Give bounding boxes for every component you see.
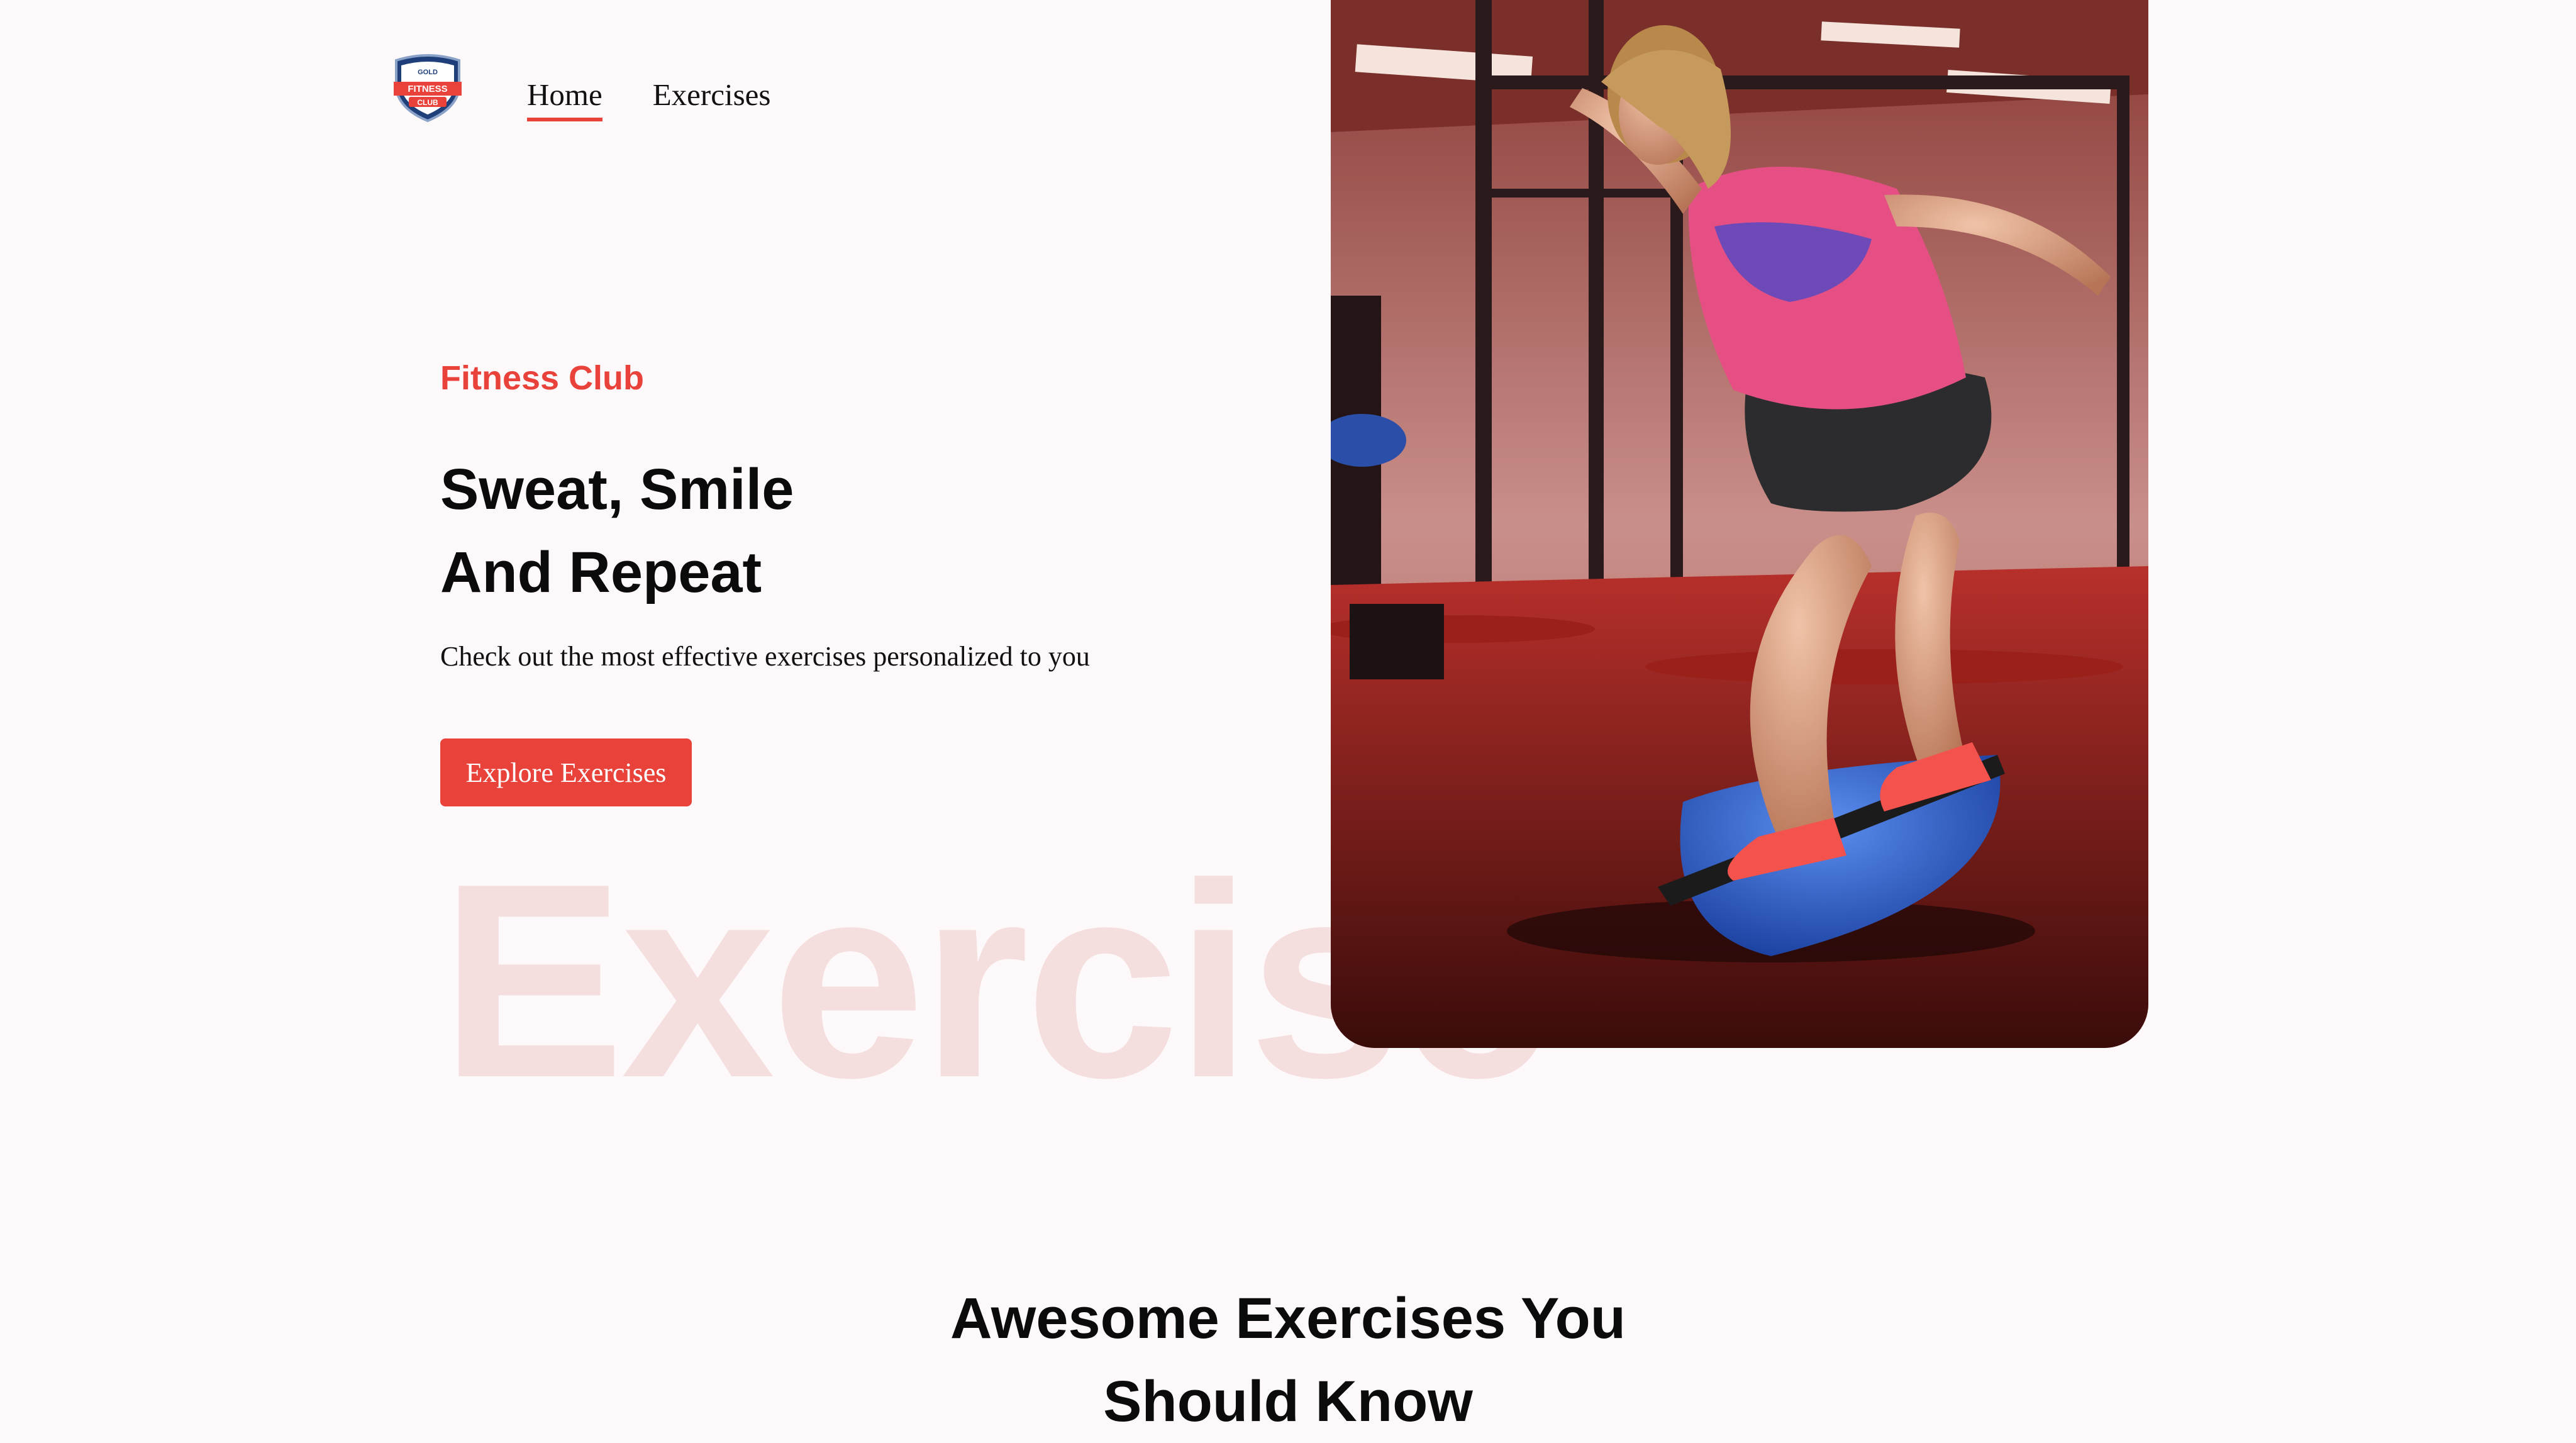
hero-headline-line1: Sweat, Smile (440, 457, 794, 521)
logo-top-text: GOLD (418, 69, 438, 76)
nav-link-exercises[interactable]: Exercises (653, 77, 771, 121)
nav-link-home[interactable]: Home (527, 77, 602, 121)
explore-exercises-button[interactable]: Explore Exercises (440, 738, 692, 806)
hero-eyebrow: Fitness Club (440, 359, 645, 397)
shield-logo-icon: GOLD FITNESS CLUB (394, 54, 462, 123)
section-title: Awesome Exercises You Should Know (0, 1277, 2576, 1443)
hero-image (1331, 0, 2148, 1048)
section-title-line1: Awesome Exercises You (950, 1286, 1626, 1351)
hero-headline: Sweat, Smile And Repeat (440, 448, 794, 614)
fitness-club-logo[interactable]: GOLD FITNESS CLUB (390, 52, 465, 123)
logo-name-line2: CLUB (417, 98, 438, 107)
hero-headline-line2: And Repeat (440, 540, 762, 604)
hero-subtitle: Check out the most effective exercises p… (440, 641, 1090, 672)
section-title-line2: Should Know (1103, 1369, 1473, 1434)
logo-name-line1: FITNESS (408, 84, 447, 94)
main-nav: Home Exercises (527, 77, 771, 121)
gym-balance-photo-icon (1331, 0, 2148, 1048)
